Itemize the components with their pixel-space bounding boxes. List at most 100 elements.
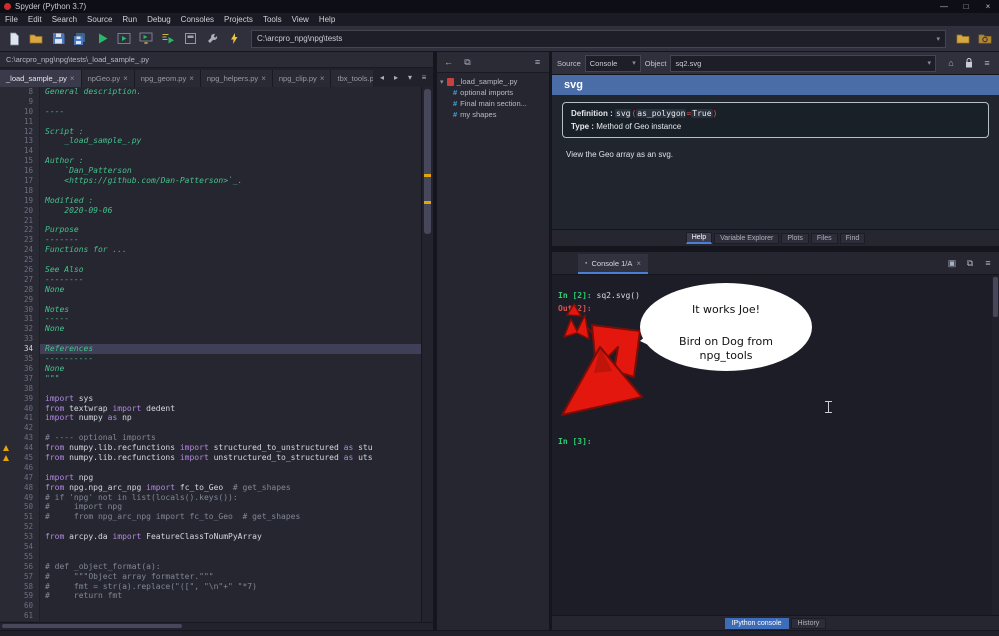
tab-files[interactable]: Files — [811, 233, 838, 244]
tab-console-1a[interactable]: ▪ Console 1/A × — [578, 254, 648, 274]
browse-tabs-icon[interactable]: ▾ — [404, 72, 416, 84]
outline-root[interactable]: ▾ _load_sample_.py — [437, 76, 549, 87]
code-line: 14 — [0, 146, 422, 156]
menu-item-projects[interactable]: Projects — [219, 13, 258, 26]
menu-icon[interactable]: ≡ — [418, 72, 430, 84]
code-line: 23------- — [0, 235, 422, 245]
copy-icon[interactable]: ⧉ — [461, 56, 474, 69]
menu-icon[interactable]: ≡ — [980, 56, 994, 70]
menu-icon[interactable]: ≡ — [981, 256, 995, 270]
tab-npgeo-py[interactable]: npGeo.py× — [82, 70, 135, 87]
console-tab-label: Console 1/A — [591, 259, 632, 268]
tab-load-sample-py[interactable]: _load_sample_.py× — [0, 70, 82, 87]
menu-item-tools[interactable]: Tools — [258, 13, 287, 26]
inspect-icon[interactable]: ▣ — [945, 256, 959, 270]
menu-item-view[interactable]: View — [287, 13, 314, 26]
code-line: 38 — [0, 384, 422, 394]
code-editor[interactable]: 8General description.910----1112Script :… — [0, 87, 433, 622]
code-line: 8General description. — [0, 87, 422, 97]
minimize-button[interactable]: — — [933, 0, 955, 13]
close-button[interactable]: × — [977, 0, 999, 13]
menu-item-search[interactable]: Search — [47, 13, 82, 26]
editor-horizontal-scrollbar[interactable] — [0, 622, 433, 630]
tab-npg-helpers-py[interactable]: npg_helpers.py× — [201, 70, 273, 87]
working-directory-combobox[interactable]: C:\arcpro_npg\npg\tests ▾ — [251, 30, 946, 48]
source-combobox[interactable]: Console ▾ — [585, 55, 641, 72]
warning-icon — [0, 443, 11, 453]
code-line: 57# """Object array formatter.""" — [0, 572, 422, 582]
type-label: Type : — [571, 122, 594, 131]
outline-item[interactable]: #my shapes — [437, 109, 549, 120]
run-cell-advance-icon[interactable] — [137, 30, 155, 48]
close-icon[interactable]: × — [70, 74, 75, 83]
tab-npg-clip-py[interactable]: npg_clip.py× — [273, 70, 332, 87]
tab-history[interactable]: History — [791, 618, 827, 629]
preferences-icon[interactable] — [203, 30, 221, 48]
tab-variable-explorer[interactable]: Variable Explorer — [714, 233, 779, 244]
menu-icon[interactable]: ≡ — [531, 56, 544, 69]
ipython-console[interactable]: In [2]: sq2.svg() Out[2]: It works J — [552, 275, 999, 615]
copy-icon[interactable]: ⧉ — [963, 256, 977, 270]
outline-item[interactable]: #optional imports — [437, 87, 549, 98]
code-line: 52 — [0, 522, 422, 532]
python-path-icon[interactable] — [225, 30, 243, 48]
run-icon[interactable] — [93, 30, 111, 48]
collapse-icon[interactable]: ▾ — [440, 78, 444, 86]
lock-icon[interactable] — [962, 56, 976, 70]
line-number: 38 — [11, 384, 39, 394]
tab-find[interactable]: Find — [840, 233, 866, 244]
menu-item-help[interactable]: Help — [314, 13, 340, 26]
maximize-button[interactable]: □ — [955, 0, 977, 13]
menu-item-debug[interactable]: Debug — [142, 13, 176, 26]
run-selection-icon[interactable] — [159, 30, 177, 48]
close-icon[interactable]: × — [636, 259, 641, 268]
close-icon[interactable]: × — [189, 74, 194, 83]
tab-tbx-tools-py[interactable]: tbx_tools.py× — [331, 70, 373, 87]
line-number: 55 — [11, 552, 39, 562]
scrollbar-thumb[interactable] — [993, 277, 998, 317]
code-line: 16 `Dan_Patterson — [0, 166, 422, 176]
open-file-icon[interactable] — [27, 30, 45, 48]
recent-directory-icon[interactable] — [976, 30, 994, 48]
home-icon[interactable]: ⌂ — [944, 56, 958, 70]
menu-item-run[interactable]: Run — [117, 13, 142, 26]
close-icon[interactable]: × — [261, 74, 266, 83]
scroll-right-icon[interactable]: ▸ — [390, 72, 402, 84]
menu-item-edit[interactable]: Edit — [23, 13, 47, 26]
window-title: Spyder (Python 3.7) — [15, 2, 933, 11]
menu-item-file[interactable]: File — [0, 13, 23, 26]
source-value: Console — [590, 59, 618, 68]
line-number: 33 — [11, 334, 39, 344]
new-file-icon[interactable] — [5, 30, 23, 48]
object-combobox[interactable]: sq2.svg ▾ — [670, 55, 936, 72]
save-icon[interactable] — [49, 30, 67, 48]
code-line: 27-------- — [0, 275, 422, 285]
editor-scrollbar[interactable] — [421, 87, 433, 622]
open-directory-icon[interactable] — [954, 30, 972, 48]
console-icon: ▪ — [585, 260, 587, 267]
menu-item-consoles[interactable]: Consoles — [176, 13, 219, 26]
close-icon[interactable]: × — [320, 74, 325, 83]
tab-plots[interactable]: Plots — [781, 233, 809, 244]
console-scrollbar[interactable] — [992, 275, 999, 615]
code-line: 9 — [0, 97, 422, 107]
menu-item-source[interactable]: Source — [82, 13, 117, 26]
code-line: 30Notes — [0, 305, 422, 315]
scroll-left-icon[interactable]: ◂ — [376, 72, 388, 84]
line-number: 10 — [11, 107, 39, 117]
outline-item[interactable]: #Final main section... — [437, 98, 549, 109]
tab-npg-geom-py[interactable]: npg_geom.py× — [135, 70, 201, 87]
scrollbar-thumb[interactable] — [2, 624, 182, 628]
maximize-pane-icon[interactable] — [181, 30, 199, 48]
tab-help[interactable]: Help — [686, 232, 712, 244]
run-cell-icon[interactable] — [115, 30, 133, 48]
back-arrow-icon[interactable]: ← — [442, 56, 455, 69]
help-pane-tabs: HelpVariable ExplorerPlotsFilesFind — [552, 229, 999, 246]
line-number: 31 — [11, 314, 39, 324]
save-all-icon[interactable] — [71, 30, 89, 48]
breadcrumb: C:\arcpro_npg\npg\tests\_load_sample_.py — [0, 52, 433, 68]
tab-ipython-console[interactable]: IPython console — [725, 618, 789, 629]
scrollbar-thumb[interactable] — [424, 89, 431, 234]
close-icon[interactable]: × — [123, 74, 128, 83]
code-line: 28None — [0, 285, 422, 295]
